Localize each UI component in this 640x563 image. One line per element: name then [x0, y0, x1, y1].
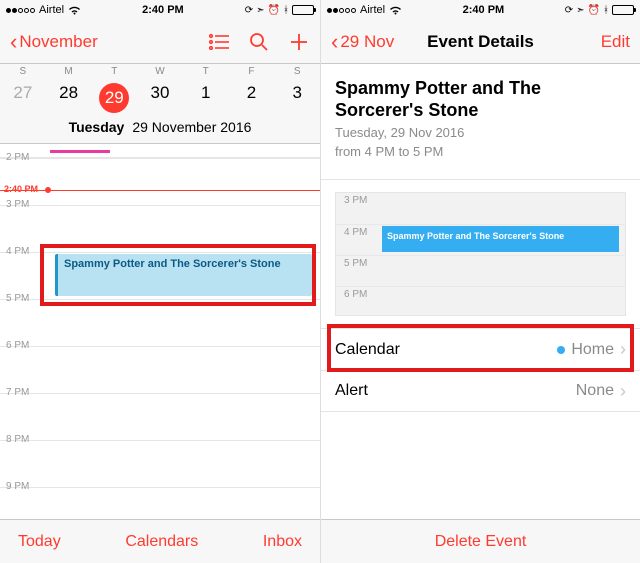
today-button[interactable]: Today [18, 533, 61, 551]
hour-label: 7 PM [6, 387, 29, 398]
all-day-strip [0, 144, 320, 158]
day-number[interactable]: 2 [229, 83, 275, 113]
mini-hour-label: 4 PM [344, 227, 367, 238]
hour-row: 5 PM [0, 299, 320, 346]
orientation-lock-icon: ⟳ [245, 5, 253, 16]
hour-row: 7 PM [0, 393, 320, 440]
day-number[interactable]: 29 [91, 83, 137, 113]
selected-weekday: Tuesday [69, 119, 125, 135]
day-timeline[interactable]: 2 PM3 PM4 PM5 PM6 PM7 PM8 PM9 PM 2:40 PM… [0, 144, 320, 504]
wifi-icon [68, 6, 81, 15]
status-bar: Airtel 2:40 PM ⟳ ➣ ⏰ ᚼ [0, 0, 320, 20]
detail-rows: Calendar Home › Alert None › [321, 328, 640, 412]
mini-hour-label: 3 PM [344, 195, 367, 206]
day-number[interactable]: 3 [274, 83, 320, 113]
weekday-label: T [91, 66, 137, 77]
bottom-toolbar: Delete Event [321, 519, 640, 563]
current-time-indicator: 2:40 PM [0, 190, 320, 191]
event-title: Spammy Potter and The Sorcerer's Stone [335, 78, 626, 121]
alert-row[interactable]: Alert None › [321, 370, 640, 412]
event-date: Tuesday, 29 Nov 2016 [335, 125, 626, 140]
list-view-icon[interactable] [208, 31, 230, 53]
carrier-label: Airtel [39, 4, 64, 16]
mini-hour-row: 5 PM [336, 255, 625, 286]
add-icon[interactable] [288, 31, 310, 53]
chevron-left-icon: ‹ [331, 29, 338, 55]
hour-label: 6 PM [6, 340, 29, 351]
calendars-button[interactable]: Calendars [125, 533, 198, 551]
delete-event-button[interactable]: Delete Event [435, 533, 527, 551]
hour-row: 6 PM [0, 346, 320, 393]
weekday-label: F [229, 66, 275, 77]
chevron-left-icon: ‹ [10, 29, 17, 55]
back-label: 29 Nov [340, 32, 394, 52]
status-time: 2:40 PM [81, 4, 245, 16]
hour-row: 8 PM [0, 440, 320, 487]
weekday-label: W [137, 66, 183, 77]
day-number[interactable]: 27 [0, 83, 46, 113]
annotation-highlight [40, 244, 316, 306]
alarm-icon: ⏰ [588, 5, 600, 16]
search-icon[interactable] [248, 31, 270, 53]
current-time-label: 2:40 PM [4, 184, 38, 194]
edit-button[interactable]: Edit [601, 32, 630, 52]
signal-dots-icon [327, 8, 356, 13]
day-number[interactable]: 1 [183, 83, 229, 113]
week-header: SMTWTFS 27282930123 Tuesday29 November 2… [0, 64, 320, 144]
event-details-screen: Airtel 2:40 PM ⟳ ➣ ⏰ ᚼ ‹ 29 Nov Event De… [320, 0, 640, 563]
battery-icon [612, 5, 634, 15]
bluetooth-icon: ᚼ [283, 5, 289, 16]
hour-label: 9 PM [6, 481, 29, 492]
back-button[interactable]: ‹ November [10, 29, 98, 55]
weekday-label: T [183, 66, 229, 77]
mini-timeline[interactable]: 3 PM 4 PM 5 PM 6 PM Spammy Potter and The S… [335, 192, 626, 316]
status-time: 2:40 PM [402, 4, 565, 16]
selected-date: 29 November 2016 [132, 119, 251, 135]
weekday-label: S [274, 66, 320, 77]
day-number[interactable]: 28 [46, 83, 92, 113]
hour-label: 4 PM [6, 246, 29, 257]
location-icon: ➣ [256, 5, 264, 16]
calendar-day-screen: Airtel 2:40 PM ⟳ ➣ ⏰ ᚼ ‹ November [0, 0, 320, 563]
mini-hour-row: 3 PM [336, 193, 625, 224]
back-button[interactable]: ‹ 29 Nov [331, 29, 394, 55]
wifi-icon [389, 6, 402, 15]
row-value: None [576, 382, 614, 400]
mini-hour-label: 5 PM [344, 258, 367, 269]
nav-bar: ‹ 29 Nov Event Details Edit [321, 20, 640, 64]
hour-label: 2 PM [6, 152, 29, 163]
row-label: Alert [335, 382, 368, 400]
day-number[interactable]: 30 [137, 83, 183, 113]
alarm-icon: ⏰ [268, 5, 280, 16]
mini-event: Spammy Potter and The Sorcerer's Stone [382, 226, 619, 252]
orientation-lock-icon: ⟳ [565, 5, 573, 16]
location-icon: ➣ [576, 5, 584, 16]
hour-label: 8 PM [6, 434, 29, 445]
bottom-toolbar: Today Calendars Inbox [0, 519, 320, 563]
weekday-label: S [0, 66, 46, 77]
event-summary: Spammy Potter and The Sorcerer's Stone T… [321, 64, 640, 169]
status-bar: Airtel 2:40 PM ⟳ ➣ ⏰ ᚼ [321, 0, 640, 20]
chevron-right-icon: › [620, 381, 626, 402]
hour-label: 5 PM [6, 293, 29, 304]
nav-bar: ‹ November [0, 20, 320, 64]
carrier-label: Airtel [360, 4, 385, 16]
mini-hour-label: 6 PM [344, 289, 367, 300]
inbox-button[interactable]: Inbox [263, 533, 302, 551]
signal-dots-icon [6, 8, 35, 13]
event-time: from 4 PM to 5 PM [335, 144, 626, 159]
weekday-label: M [46, 66, 92, 77]
annotation-highlight [327, 324, 634, 372]
back-label: November [19, 32, 97, 52]
hour-row: 2 PM [0, 158, 320, 205]
battery-icon [292, 5, 314, 15]
mini-hour-row: 6 PM [336, 286, 625, 317]
hour-label: 3 PM [6, 199, 29, 210]
bluetooth-icon: ᚼ [603, 5, 609, 16]
